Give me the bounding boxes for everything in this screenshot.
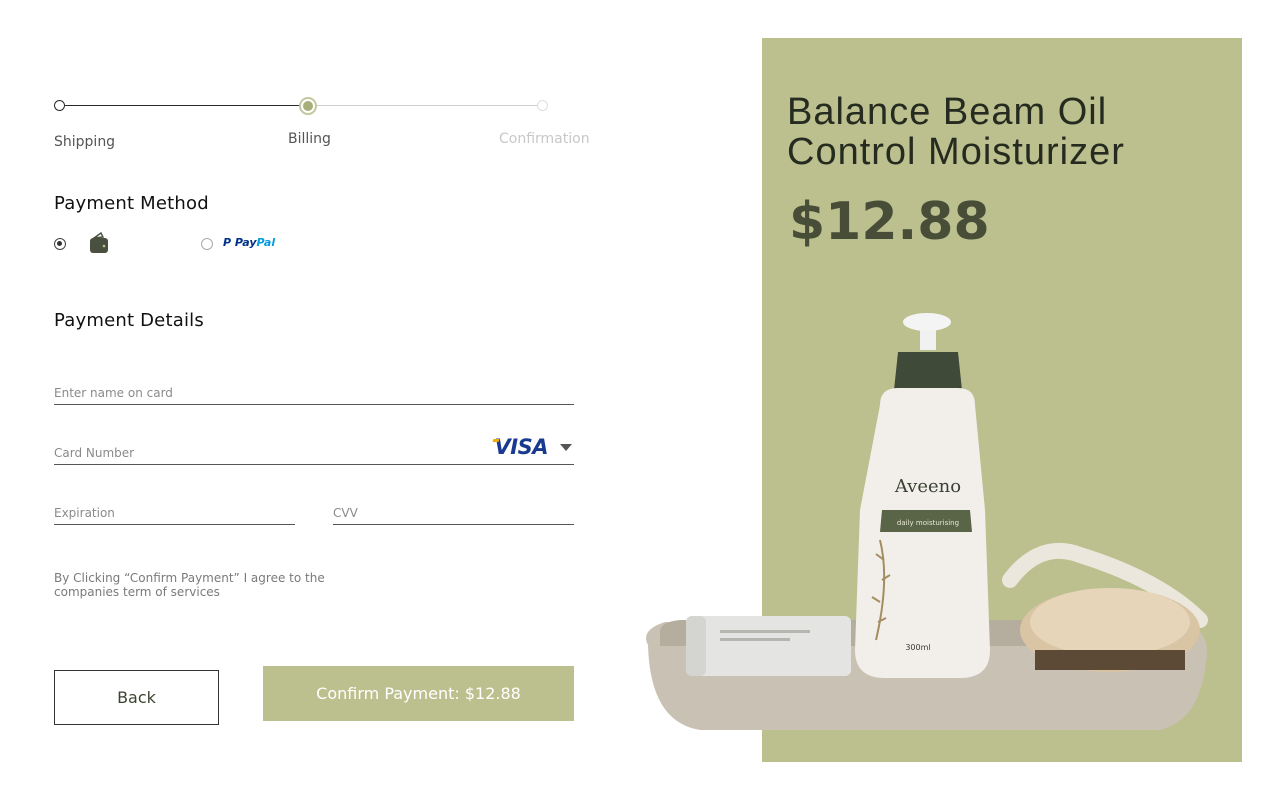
terms-text: By Clicking “Confirm Payment” I agree to… <box>54 571 325 599</box>
payment-option-wallet-radio[interactable] <box>54 238 66 250</box>
confirm-payment-button[interactable]: Confirm Payment: $12.88 <box>263 666 574 721</box>
paypal-logo[interactable]: P PayPal <box>223 236 275 249</box>
wallet-icon[interactable] <box>89 232 109 254</box>
payment-option-paypal-radio[interactable] <box>201 238 213 250</box>
card-type-dropdown-chevron-icon[interactable] <box>560 444 572 451</box>
back-button[interactable]: Back <box>54 670 219 725</box>
step-confirmation-dot <box>537 100 548 111</box>
card-name-field <box>54 375 574 405</box>
payment-details-title: Payment Details <box>54 310 204 331</box>
card-name-input[interactable] <box>54 375 574 404</box>
step-shipping-dot[interactable] <box>54 100 65 111</box>
cvv-field <box>333 495 574 525</box>
bottle-volume-text: 300ml <box>905 643 930 652</box>
step-confirmation-label: Confirmation <box>499 131 590 147</box>
step-billing-label[interactable]: Billing <box>288 131 331 147</box>
bottle-label-text: daily moisturising <box>897 519 959 527</box>
paypal-logo-pal: Pal <box>256 236 276 249</box>
stepper-line-pending <box>308 105 542 106</box>
visa-logo: VISA <box>494 435 549 459</box>
payment-method-title: Payment Method <box>54 193 209 214</box>
cvv-input[interactable] <box>333 495 574 524</box>
product-title: Balance Beam Oil Control Moisturizer <box>787 91 1125 173</box>
paypal-logo-pay: Pay <box>234 236 257 249</box>
step-shipping-label[interactable]: Shipping <box>54 134 115 150</box>
card-number-field: VISA <box>54 435 574 465</box>
checkout-stepper: Shipping Billing Confirmation <box>54 96 594 156</box>
bottle-brand-text: Aveeno <box>894 476 961 497</box>
product-image: Aveeno daily moisturising 300ml <box>646 313 1208 730</box>
expiration-input[interactable] <box>54 495 295 524</box>
paypal-logo-p-mark: P <box>223 236 235 249</box>
product-price: $12.88 <box>789 192 990 252</box>
step-billing-dot[interactable] <box>299 97 317 115</box>
stepper-line-complete <box>59 105 308 106</box>
expiration-field <box>54 495 295 525</box>
